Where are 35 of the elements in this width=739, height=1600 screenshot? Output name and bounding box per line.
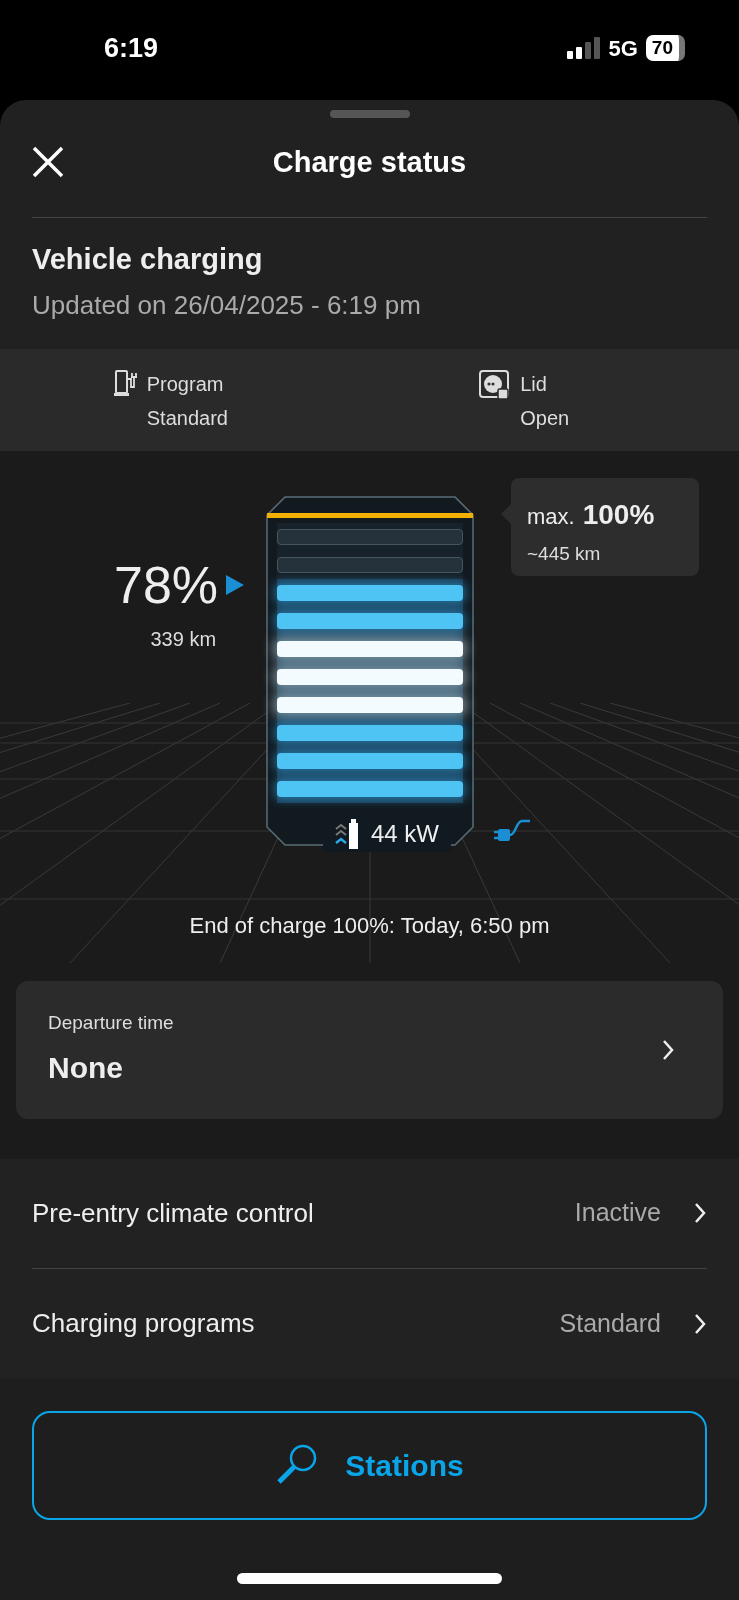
charging-battery-icon bbox=[335, 818, 359, 849]
battery-indicator: 70 bbox=[645, 35, 685, 61]
max-label: max. bbox=[527, 502, 575, 531]
updated-time: Updated on 26/04/2025 - 6:19 pm bbox=[32, 288, 422, 322]
departure-value: None bbox=[48, 1050, 124, 1087]
status-heading: Vehicle charging bbox=[32, 242, 264, 277]
setting-label: Pre-entry climate control bbox=[32, 1196, 314, 1230]
info-label: Lid bbox=[520, 371, 548, 397]
stations-button[interactable]: Stations bbox=[32, 1410, 707, 1520]
info-label: Program bbox=[146, 371, 225, 397]
chevron-right-icon bbox=[693, 1201, 707, 1225]
departure-time-card[interactable]: Departure time None bbox=[16, 980, 723, 1119]
pointer-icon bbox=[226, 574, 245, 595]
settings-row[interactable]: Pre-entry climate control Inactive bbox=[32, 1158, 707, 1269]
info-value: Standard bbox=[146, 405, 229, 431]
departure-label: Departure time bbox=[48, 1010, 174, 1035]
setting-value: Standard bbox=[559, 1307, 661, 1339]
end-of-charge: End of charge 100%: Today, 6:50 pm bbox=[188, 911, 551, 940]
max-percent: 100% bbox=[582, 497, 655, 532]
charge-percent: 78% bbox=[114, 554, 219, 616]
screen-title: Charge status bbox=[272, 144, 467, 180]
status-time: 6:19 bbox=[104, 31, 159, 65]
charging-station-icon bbox=[112, 368, 139, 397]
info-value: Open bbox=[520, 405, 571, 431]
setting-value: Inactive bbox=[574, 1197, 661, 1229]
max-range: ~445 km bbox=[527, 541, 602, 566]
drag-handle[interactable] bbox=[329, 110, 410, 118]
settings-row[interactable]: Charging programs Standard bbox=[32, 1268, 707, 1379]
search-icon bbox=[275, 1444, 318, 1486]
range-value: 339 km bbox=[150, 626, 217, 652]
close-button[interactable] bbox=[32, 146, 64, 178]
network-label: 5G bbox=[608, 34, 638, 63]
setting-label: Charging programs bbox=[32, 1307, 255, 1340]
charging-power: 44 kW bbox=[371, 818, 439, 849]
signal-icon bbox=[566, 37, 601, 59]
